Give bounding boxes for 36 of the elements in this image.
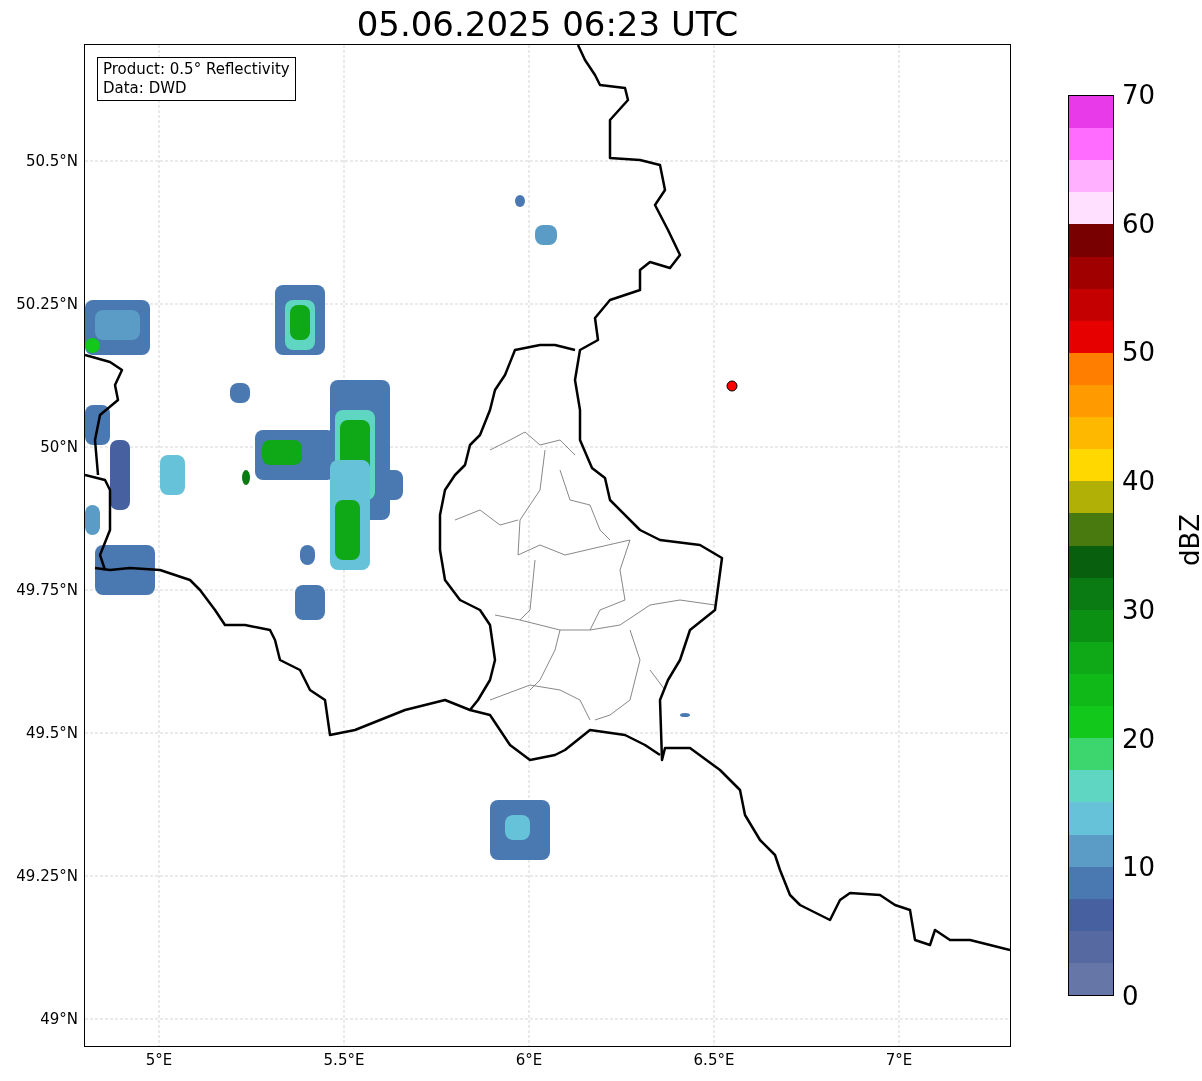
longitude-label: 5°E	[145, 1051, 173, 1069]
radar-echo	[85, 505, 100, 535]
colorbar-tick-label: 30	[1122, 595, 1156, 624]
location-marker	[726, 380, 738, 392]
latitude-label: 50.25°N	[16, 295, 78, 313]
latitude-label: 49.75°N	[16, 581, 78, 599]
radar-echo	[515, 195, 525, 207]
radar-echo	[230, 383, 250, 403]
chart-title: 05.06.2025 06:23 UTC	[355, 4, 740, 44]
longitude-label: 5.5°E	[323, 1051, 365, 1069]
radar-echo	[160, 455, 185, 495]
colorbar-tick-label: 20	[1122, 724, 1156, 753]
colorbar-label: dBZ	[1175, 513, 1202, 567]
colorbar-tick-label: 70	[1122, 81, 1156, 109]
radar-echo	[300, 545, 315, 565]
radar-echo	[295, 585, 325, 620]
latitude-label: 49°N	[40, 1010, 78, 1028]
longitude-label: 6°E	[515, 1051, 543, 1069]
latitude-label: 49.25°N	[16, 867, 78, 885]
radar-echo	[680, 713, 690, 717]
colorbar-tick-label: 40	[1122, 467, 1156, 496]
latitude-label: 49.5°N	[25, 724, 78, 742]
latitude-label: 50.5°N	[25, 152, 78, 170]
colorbar-tick-label: 0	[1122, 982, 1139, 1010]
info-text: Data: DWD	[103, 79, 188, 98]
radar-echo	[535, 225, 557, 245]
colorbar-tick-label: 10	[1122, 853, 1156, 882]
longitude-label: 6.5°E	[693, 1051, 735, 1069]
info-text: Product: 0.5° Reflectivity	[103, 60, 290, 79]
radar-echo	[95, 545, 155, 595]
longitude-label: 7°E	[885, 1051, 913, 1069]
colorbar-tick-label: 60	[1122, 209, 1156, 238]
radar-echo	[242, 470, 250, 485]
latitude-label: 50°N	[40, 438, 78, 456]
district-border-line	[649, 669, 666, 691]
colorbar-tick-label: 50	[1122, 338, 1156, 367]
